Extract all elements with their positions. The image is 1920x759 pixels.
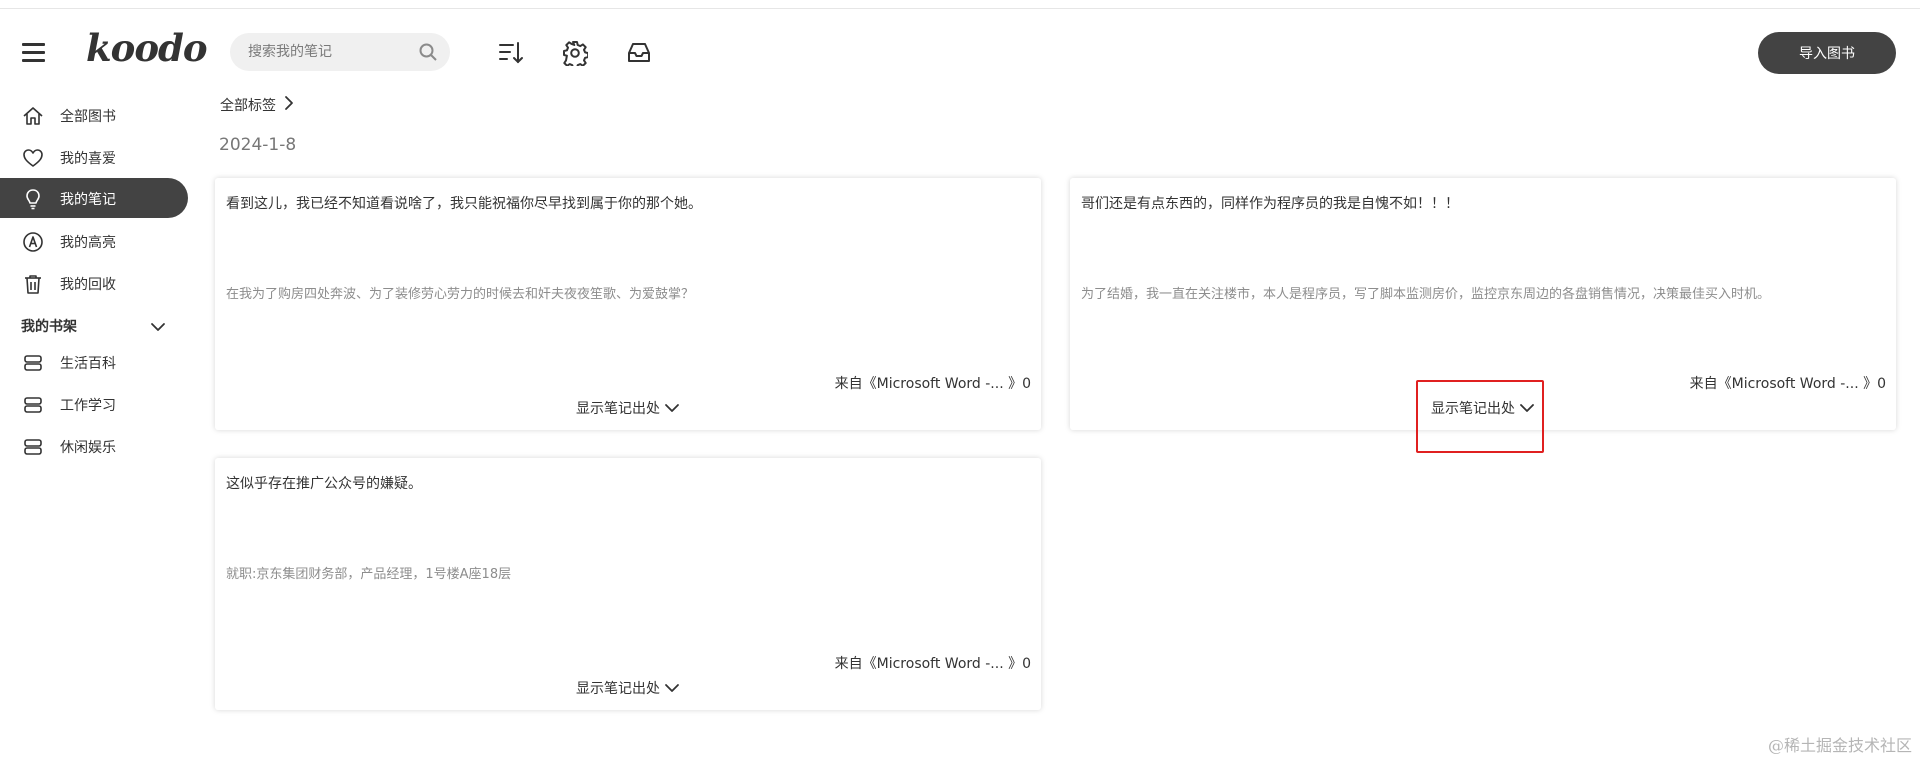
sidebar-item-label: 我的回收 [60,277,116,293]
quote-text: 就职:京东集团财务部，产品经理，1号楼A座18层 [226,567,512,582]
shelf-icon [22,436,44,458]
watermark: @稀土掘金技术社区 [1767,736,1912,755]
note-card[interactable]: 哥们还是有点东西的，同样作为程序员的我是自愧不如！！！ 为了结婚，我一直在关注楼… [1070,178,1896,430]
chevron-down-icon[interactable] [150,318,166,337]
sidebar-item-label: 工作学习 [60,398,116,414]
note-text: 看到这儿，我已经不知道看说啥了，我只能祝福你尽早找到属于你的那个她。 [226,196,702,212]
quote-text: 为了结婚，我一直在关注楼市，本人是程序员，写了脚本监测房价，监控京东周边的各盘销… [1081,287,1771,302]
sidebar-item-recycle[interactable]: 我的回收 [0,263,188,303]
hamburger-menu-icon[interactable] [22,43,46,63]
shelf-icon [22,394,44,416]
note-source: 来自《Microsoft Word -... 》0 [1689,376,1886,392]
search-icon[interactable] [418,42,438,66]
chevron-down-icon [665,404,679,412]
note-card[interactable]: 这似乎存在推广公众号的嫌疑。 就职:京东集团财务部，产品经理，1号楼A座18层 … [215,458,1041,710]
sidebar-item-label: 我的笔记 [60,192,116,208]
breadcrumb[interactable]: 全部标签 [220,95,294,115]
search-input[interactable] [248,33,418,71]
sidebar-shelf-leisure[interactable]: 休闲娱乐 [0,426,188,466]
sidebar-item-label: 我的高亮 [60,235,116,251]
trash-icon [22,273,44,295]
sidebar-item-my-notes[interactable]: 我的笔记 [0,178,188,218]
home-icon [22,105,44,127]
show-source-label: 显示笔记出处 [576,401,660,417]
show-source-toggle[interactable]: 显示笔记出处 [1070,398,1896,418]
date-heading: 2024-1-8 [219,135,297,155]
note-source: 来自《Microsoft Word -... 》0 [834,656,1031,672]
show-source-toggle[interactable]: 显示笔记出处 [215,398,1041,418]
sidebar-item-label: 全部图书 [60,109,116,125]
quote-text: 在我为了购房四处奔波、为了装修劳心劳力的时候去和奸夫夜夜笙歌、为爱鼓掌？ [226,287,695,302]
heart-icon [22,147,44,169]
bookshelf-section-title: 我的书架 [21,319,77,335]
sidebar-item-label: 生活百科 [60,356,116,372]
chevron-down-icon [665,684,679,692]
note-text: 这似乎存在推广公众号的嫌疑。 [226,476,422,492]
note-source: 来自《Microsoft Word -... 》0 [834,376,1031,392]
show-source-label: 显示笔记出处 [1431,401,1515,417]
app-logo: koodo [86,26,208,70]
sidebar-item-label: 我的喜爱 [60,151,116,167]
settings-gear-icon[interactable] [562,40,588,66]
sidebar-shelf-work[interactable]: 工作学习 [0,384,188,424]
sidebar-item-highlights[interactable]: 我的高亮 [0,221,188,261]
shelf-icon [22,352,44,374]
sidebar-item-favorites[interactable]: 我的喜爱 [0,137,188,177]
note-card[interactable]: 看到这儿，我已经不知道看说啥了，我只能祝福你尽早找到属于你的那个她。 在我为了购… [215,178,1041,430]
chevron-right-icon [284,95,294,115]
top-divider [0,8,1920,9]
sort-icon[interactable] [498,40,524,66]
highlight-circle-a-icon [22,231,44,253]
show-source-toggle[interactable]: 显示笔记出处 [215,678,1041,698]
show-source-label: 显示笔记出处 [576,681,660,697]
sidebar-item-all-books[interactable]: 全部图书 [0,95,188,135]
inbox-tray-icon[interactable] [626,40,652,66]
lightbulb-icon [22,188,44,210]
note-text: 哥们还是有点东西的，同样作为程序员的我是自愧不如！！！ [1081,196,1459,212]
import-books-button[interactable]: 导入图书 [1758,32,1896,74]
breadcrumb-label: 全部标签 [220,98,276,114]
chevron-down-icon [1520,404,1534,412]
sidebar-shelf-life[interactable]: 生活百科 [0,342,188,382]
search-bar[interactable] [230,33,450,71]
sidebar-item-label: 休闲娱乐 [60,440,116,456]
